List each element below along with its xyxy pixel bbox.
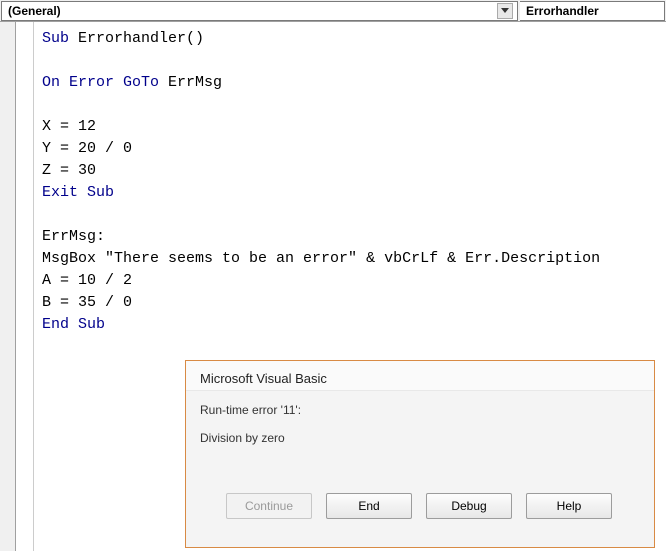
code-token: ErrMsg	[168, 74, 222, 91]
error-message-text: Division by zero	[200, 431, 640, 445]
code-token: Errorhandler()	[78, 30, 204, 47]
gutter	[0, 22, 16, 551]
code-token: ErrMsg:	[42, 228, 105, 245]
toolbar: (General) Errorhandler	[0, 0, 666, 22]
code-token: MsgBox	[42, 250, 105, 267]
object-dropdown[interactable]: (General)	[1, 1, 518, 21]
code-token: Exit Sub	[42, 184, 114, 201]
dialog-body: Run-time error '11': Division by zero	[186, 391, 654, 487]
code-token: End Sub	[42, 316, 105, 333]
dialog-title: Microsoft Visual Basic	[186, 361, 654, 391]
code-token: Sub	[42, 30, 78, 47]
code-token: & vbCrLf & Err.Description	[357, 250, 609, 267]
code-token: Z = 30	[42, 162, 96, 179]
object-dropdown-text: (General)	[8, 4, 493, 18]
chevron-down-icon[interactable]	[497, 3, 513, 19]
procedure-dropdown-text: Errorhandler	[526, 4, 660, 18]
code-token: Y = 20 / 0	[42, 140, 132, 157]
help-button[interactable]: Help	[526, 493, 612, 519]
code-token: X = 12	[42, 118, 96, 135]
end-button[interactable]: End	[326, 493, 412, 519]
continue-button: Continue	[226, 493, 312, 519]
code-token: "There seems to be an error"	[105, 250, 357, 267]
code-token: A = 10 / 2	[42, 272, 132, 289]
dialog-buttons: Continue End Debug Help	[186, 487, 654, 531]
error-dialog: Microsoft Visual Basic Run-time error '1…	[185, 360, 655, 548]
error-code-text: Run-time error '11':	[200, 403, 640, 417]
margin-indicator	[16, 22, 34, 551]
code-token: B = 35 / 0	[42, 294, 132, 311]
code-token: On Error GoTo	[42, 74, 168, 91]
debug-button[interactable]: Debug	[426, 493, 512, 519]
procedure-dropdown[interactable]: Errorhandler	[520, 1, 665, 21]
